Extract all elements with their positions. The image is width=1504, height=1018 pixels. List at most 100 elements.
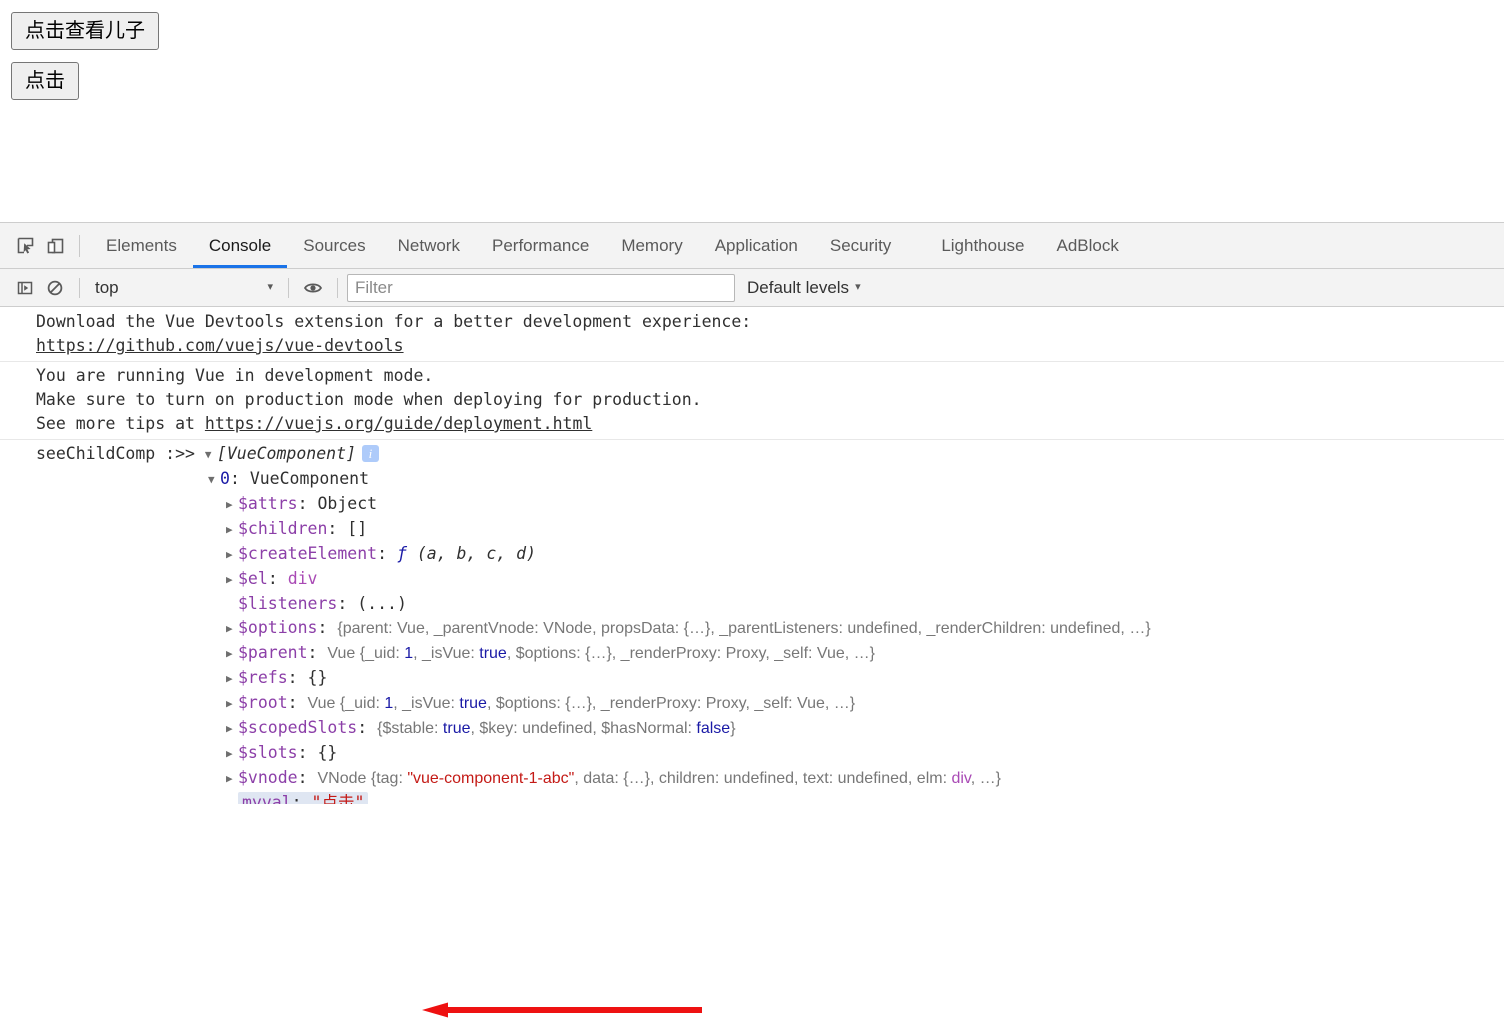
disclosure-triangle-icon[interactable] bbox=[226, 642, 238, 666]
property-key: $options bbox=[238, 618, 318, 637]
see-child-button[interactable]: 点击查看儿子 bbox=[11, 12, 159, 50]
disclosure-triangle-icon[interactable] bbox=[226, 767, 238, 791]
property-value: Object bbox=[317, 494, 378, 513]
web-page-viewport: 点击查看儿子 点击 bbox=[0, 0, 1504, 222]
property-key: $createElement bbox=[238, 544, 378, 563]
property-key: myval bbox=[242, 793, 292, 804]
property-key: $attrs bbox=[238, 494, 298, 513]
property-key: $slots bbox=[238, 743, 298, 762]
click-button[interactable]: 点击 bbox=[11, 62, 79, 100]
disclosure-triangle-icon[interactable] bbox=[205, 443, 217, 467]
property-separator: : bbox=[297, 768, 318, 787]
tab-label: Memory bbox=[621, 235, 683, 255]
live-expression-eye-icon[interactable] bbox=[298, 273, 328, 303]
property-key: $listeners bbox=[238, 594, 338, 613]
property-row[interactable]: $listeners: (...) bbox=[36, 592, 1504, 616]
entry-header-row[interactable]: seeChildComp :>> [VueComponent] i bbox=[36, 442, 1504, 467]
log-levels-select[interactable]: Default levels ▾ bbox=[747, 278, 861, 298]
array-preview: [VueComponent] bbox=[216, 444, 356, 463]
tab-adblock[interactable]: AdBlock bbox=[1041, 223, 1135, 268]
red-pointer-arrow bbox=[422, 1002, 702, 1018]
property-separator: : bbox=[287, 668, 308, 687]
property-value: (...) bbox=[357, 594, 407, 613]
property-value: {parent: Vue, _parentVnode: VNode, props… bbox=[337, 620, 1151, 637]
property-row[interactable]: $parent: Vue {_uid: 1, _isVue: true, $op… bbox=[36, 641, 1504, 666]
property-key: $scopedSlots bbox=[238, 718, 358, 737]
property-row[interactable]: $options: {parent: Vue, _parentVnode: VN… bbox=[36, 616, 1504, 641]
disclosure-triangle-icon[interactable] bbox=[208, 468, 220, 492]
show-console-sidebar-icon[interactable] bbox=[10, 273, 40, 303]
property-row[interactable]: $root: Vue {_uid: 1, _isVue: true, $opti… bbox=[36, 691, 1504, 716]
disclosure-triangle-icon[interactable] bbox=[226, 493, 238, 517]
property-separator: : bbox=[267, 569, 288, 588]
property-key: $vnode bbox=[238, 768, 298, 787]
property-separator: : bbox=[357, 718, 378, 737]
tab-application[interactable]: Application bbox=[699, 223, 814, 268]
property-row[interactable]: $slots: {} bbox=[36, 741, 1504, 766]
tab-network[interactable]: Network bbox=[382, 223, 476, 268]
tab-memory[interactable]: Memory bbox=[605, 223, 698, 268]
message-text: Download the Vue Devtools extension for … bbox=[36, 312, 752, 331]
property-row[interactable]: $attrs: Object bbox=[36, 492, 1504, 517]
execution-context-select[interactable]: top ▾ bbox=[89, 275, 279, 301]
entry-label: seeChildComp :>> bbox=[36, 444, 195, 463]
tab-label: Elements bbox=[106, 235, 177, 255]
message-link[interactable]: https://github.com/vuejs/vue-devtools bbox=[36, 336, 404, 355]
inspect-element-icon[interactable] bbox=[10, 231, 40, 261]
property-row[interactable]: $scopedSlots: {$stable: true, $key: unde… bbox=[36, 716, 1504, 741]
property-key: $el bbox=[238, 569, 268, 588]
console-message-list[interactable]: Download the Vue Devtools extension for … bbox=[0, 308, 1504, 804]
filter-divider-1 bbox=[79, 277, 80, 298]
tab-label: Console bbox=[208, 235, 272, 255]
disclosure-triangle-icon[interactable] bbox=[226, 667, 238, 691]
device-toolbar-icon[interactable] bbox=[40, 231, 70, 261]
disclosure-triangle-icon[interactable] bbox=[226, 568, 238, 592]
property-row[interactable]: $createElement: ƒ (a, b, c, d) bbox=[36, 542, 1504, 567]
filter-divider-2 bbox=[288, 277, 289, 298]
clear-console-icon[interactable] bbox=[40, 273, 70, 303]
tab-lighthouse[interactable]: Lighthouse bbox=[925, 223, 1040, 268]
array-index-key: 0 bbox=[220, 469, 230, 488]
console-message: You are running Vue in development mode.… bbox=[0, 362, 1504, 440]
tab-performance[interactable]: Performance bbox=[476, 223, 605, 268]
tab-security[interactable]: Security bbox=[814, 223, 907, 268]
property-row[interactable]: $refs: {} bbox=[36, 666, 1504, 691]
highlighted-property: myval: "点击" bbox=[238, 792, 369, 804]
property-separator: : bbox=[297, 494, 318, 513]
property-value: {} bbox=[317, 743, 338, 762]
array-index-row[interactable]: 0: VueComponent bbox=[36, 467, 1504, 492]
property-key: $children bbox=[238, 519, 328, 538]
message-link[interactable]: https://vuejs.org/guide/deployment.html bbox=[205, 414, 592, 433]
property-value: div bbox=[287, 569, 318, 588]
property-row[interactable]: $el: div bbox=[36, 567, 1504, 592]
property-separator: : bbox=[307, 643, 328, 662]
devtools-panel: Elements Console Sources Network Perform… bbox=[0, 222, 1504, 1018]
tab-console[interactable]: Console bbox=[193, 223, 287, 268]
disclosure-triangle-icon[interactable] bbox=[226, 717, 238, 741]
property-key: $refs bbox=[238, 668, 288, 687]
property-row[interactable]: $children: [] bbox=[36, 517, 1504, 542]
disclosure-triangle-icon[interactable] bbox=[226, 518, 238, 542]
disclosure-triangle-icon[interactable] bbox=[226, 692, 238, 716]
tab-label: AdBlock bbox=[1056, 235, 1119, 255]
property-separator: : bbox=[297, 743, 318, 762]
property-row[interactable]: myval: "点击" bbox=[36, 791, 1504, 804]
property-value: ƒ (a, b, c, d) bbox=[396, 544, 537, 563]
disclosure-triangle-icon[interactable] bbox=[226, 543, 238, 567]
property-value: Vue {_uid: 1, _isVue: true, $options: {…… bbox=[327, 645, 876, 662]
filter-input[interactable] bbox=[347, 273, 735, 302]
devtools-tabbar: Elements Console Sources Network Perform… bbox=[0, 223, 1504, 269]
disclosure-triangle-icon[interactable] bbox=[226, 617, 238, 641]
console-message: Download the Vue Devtools extension for … bbox=[0, 308, 1504, 362]
info-icon[interactable]: i bbox=[361, 445, 379, 462]
property-row[interactable]: $vnode: VNode {tag: "vue-component-1-abc… bbox=[36, 766, 1504, 791]
tab-label: Sources bbox=[303, 235, 366, 255]
log-levels-label: Default levels bbox=[747, 277, 850, 297]
property-separator: : bbox=[317, 618, 338, 637]
property-value: {} bbox=[307, 668, 328, 687]
property-value: VNode {tag: "vue-component-1-abc", data:… bbox=[317, 770, 1001, 787]
disclosure-triangle-icon[interactable] bbox=[226, 742, 238, 766]
tab-elements[interactable]: Elements bbox=[90, 223, 193, 268]
tab-sources[interactable]: Sources bbox=[287, 223, 381, 268]
tab-label: Application bbox=[714, 235, 798, 255]
